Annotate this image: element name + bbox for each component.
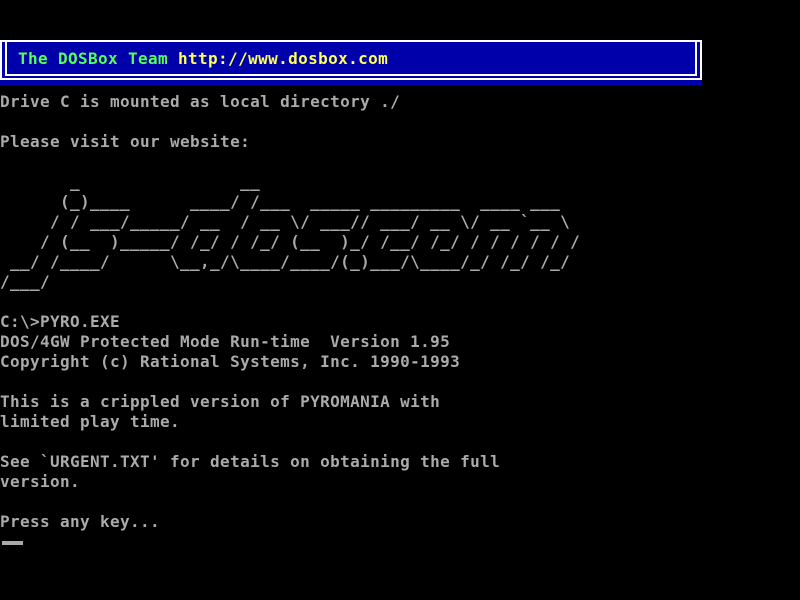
- command-prompt-line: C:\>PYRO.EXE: [0, 312, 120, 332]
- ascii-logo-line: /___/: [0, 272, 580, 292]
- ascii-logo-line: _ __: [0, 172, 580, 192]
- dosbox-url: http://www.dosbox.com: [178, 49, 388, 68]
- drive-mount-line: Drive C is mounted as local directory ./: [0, 92, 400, 112]
- dosbox-banner: The DOSBox Team http://www.dosbox.com: [0, 40, 702, 85]
- copyright-line: Copyright (c) Rational Systems, Inc. 199…: [0, 352, 460, 372]
- dosbox-team-label: The DOSBox Team: [18, 49, 178, 68]
- website-line: Please visit our website:: [0, 132, 250, 152]
- ascii-logo-line: (_)____ ____/ /___ _____ _________ ____ …: [0, 192, 580, 212]
- banner-text: The DOSBox Team http://www.dosbox.com: [18, 51, 388, 67]
- text-cursor-underscore: [2, 541, 23, 545]
- ascii-logo-line: / / ___/_____/ __ / __ \/ ___// ___/ __ …: [0, 212, 580, 232]
- dos-terminal-screen[interactable]: The DOSBox Team http://www.dosbox.com Dr…: [0, 0, 800, 600]
- ascii-logo-line: __/ /____/ \__,_/\____/____/(_)___/\____…: [0, 252, 580, 272]
- jsdos-ascii-logo: _ __ (_)____ ____/ /___ _____ _________ …: [0, 172, 580, 292]
- limited-play-line: limited play time.: [0, 412, 180, 432]
- crippled-version-line: This is a crippled version of PYROMANIA …: [0, 392, 440, 412]
- urgent-txt-line-2: version.: [0, 472, 80, 492]
- urgent-txt-line: See `URGENT.TXT' for details on obtainin…: [0, 452, 500, 472]
- press-any-key-line: Press any key...: [0, 512, 160, 532]
- dos4gw-runtime-line: DOS/4GW Protected Mode Run-time Version …: [0, 332, 450, 352]
- ascii-logo-line: / (__ )_____/ /_/ / /_/ (__ )_/ /__/ /_/…: [0, 232, 580, 252]
